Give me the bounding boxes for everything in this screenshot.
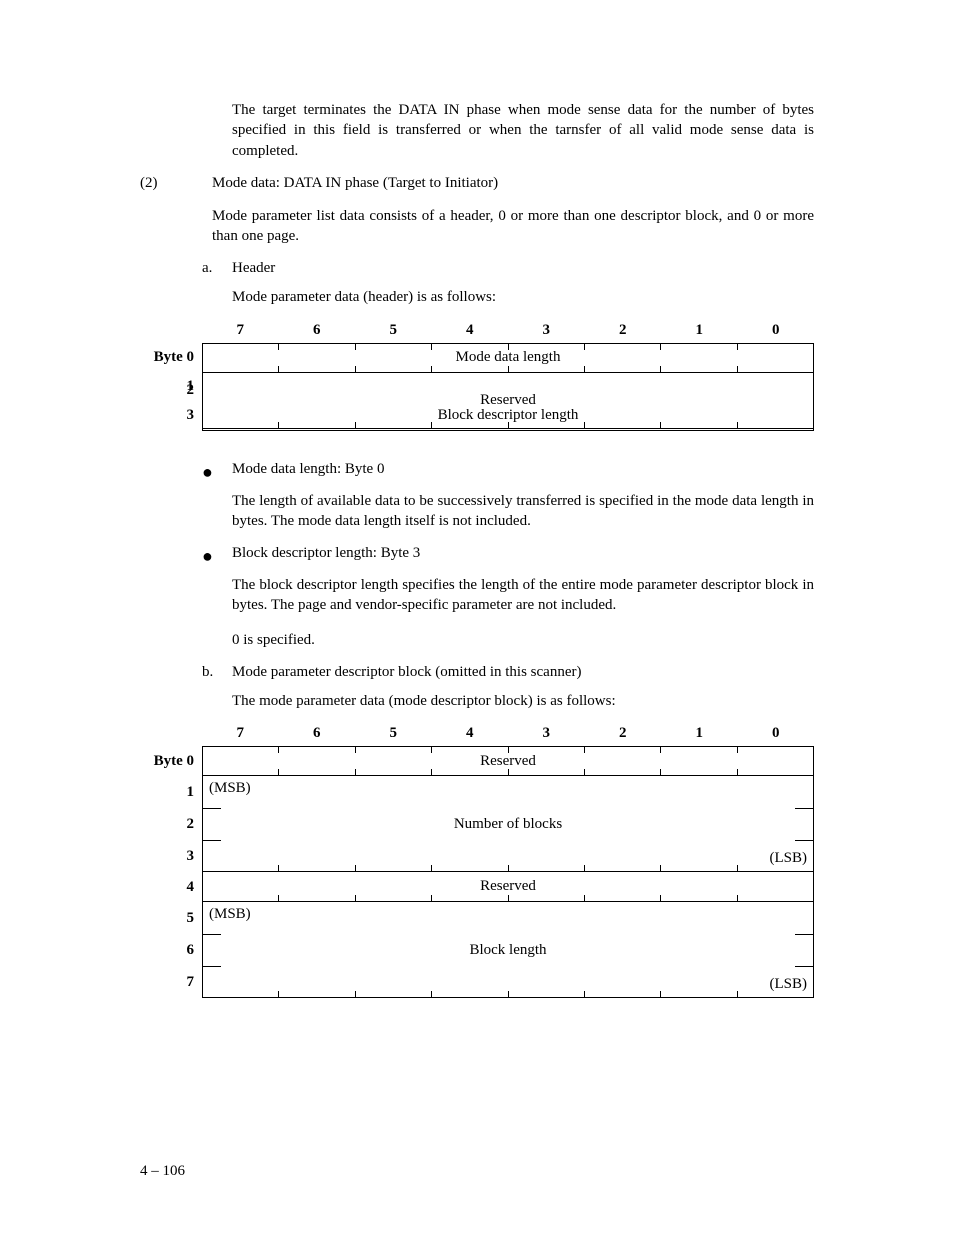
- bullet-paragraph: The length of available data to be succe…: [232, 491, 814, 532]
- bit-col: 5: [355, 725, 432, 742]
- subsection-b: b. Mode parameter descriptor block (omit…: [202, 664, 814, 681]
- byte-label: 4: [140, 872, 202, 902]
- byte-label: 2: [140, 373, 202, 401]
- table-row: Number of blocks: [202, 808, 814, 840]
- header-table: 7 6 5 4 3 2 1 0 Byte 0 Mode data length: [140, 322, 814, 431]
- bit-col: 4: [432, 322, 509, 339]
- bullet-paragraph: The block descriptor length specifies th…: [232, 575, 814, 616]
- bullet-item: ● Block descriptor length: Byte 3: [202, 545, 814, 565]
- bit-col: 3: [508, 725, 585, 742]
- bit-col: 1: [661, 725, 738, 742]
- page: The target terminates the DATA IN phase …: [0, 0, 954, 1235]
- byte-label: Byte 0: [140, 343, 202, 373]
- cell-text: Reserved: [480, 878, 536, 895]
- bit-col: 2: [585, 322, 662, 339]
- lsb-label: (LSB): [770, 976, 808, 993]
- subsection-a: a. Header: [202, 260, 814, 277]
- sub-a-paragraph: Mode parameter data (header) is as follo…: [232, 287, 814, 307]
- bit-col: 0: [738, 725, 815, 742]
- bit-col: 1: [661, 322, 738, 339]
- msb-label: (MSB): [209, 780, 251, 797]
- byte-label: 5: [140, 902, 202, 934]
- bullet-item: ● Mode data length: Byte 0: [202, 461, 814, 481]
- section-2-paragraph: Mode parameter list data consists of a h…: [212, 206, 814, 247]
- cell-text: Mode data length: [456, 349, 561, 366]
- descriptor-table: 7 6 5 4 3 2 1 0 Byte 0 Reserved: [140, 725, 814, 998]
- intro-paragraph: The target terminates the DATA IN phase …: [232, 100, 814, 161]
- table-row: (MSB): [202, 776, 814, 808]
- sub-a-title: Header: [232, 260, 814, 277]
- sub-b-paragraph: The mode parameter data (mode descriptor…: [232, 691, 814, 711]
- table-row: (LSB): [202, 840, 814, 872]
- page-number: 4 – 106: [140, 1163, 185, 1180]
- cell-text: Block length: [469, 942, 546, 959]
- lsb-label: (LSB): [770, 850, 808, 867]
- sub-b-num: b.: [202, 664, 232, 681]
- cell-text: Reserved: [480, 753, 536, 770]
- table-row: Mode data length: [202, 343, 814, 373]
- bullet-title: Mode data length: Byte 0: [232, 461, 814, 481]
- cell-text: Block descriptor length: [438, 407, 579, 424]
- bullet-icon: ●: [202, 461, 232, 481]
- byte-label: 2: [140, 808, 202, 840]
- byte-label: 3: [140, 401, 202, 431]
- bit-col: 7: [202, 725, 279, 742]
- bit-col: 5: [355, 322, 432, 339]
- byte-label: 6: [140, 934, 202, 966]
- section-number: (2): [140, 175, 212, 192]
- msb-label: (MSB): [209, 906, 251, 923]
- cell-text: Number of blocks: [454, 816, 562, 833]
- bit-col: 4: [432, 725, 509, 742]
- table-row: (LSB): [202, 966, 814, 998]
- bullet-title: Block descriptor length: Byte 3: [232, 545, 814, 565]
- bullet-paragraph: 0 is specified.: [232, 630, 814, 650]
- section-title: Mode data: DATA IN phase (Target to Init…: [212, 175, 814, 192]
- bit-col: 7: [202, 322, 279, 339]
- table-row: (MSB): [202, 902, 814, 934]
- byte-label: Byte 0: [140, 746, 202, 776]
- section-2: (2) Mode data: DATA IN phase (Target to …: [140, 175, 814, 192]
- byte-label: 7: [140, 966, 202, 998]
- bullet-icon: ●: [202, 545, 232, 565]
- bit-col: 6: [279, 725, 356, 742]
- table-row: Block descriptor length: [202, 401, 814, 431]
- table-row: Block length: [202, 934, 814, 966]
- bit-col: 6: [279, 322, 356, 339]
- bit-col: 2: [585, 725, 662, 742]
- bit-col: 3: [508, 322, 585, 339]
- bit-col: 0: [738, 322, 815, 339]
- table-row: Reserved: [202, 872, 814, 902]
- sub-a-num: a.: [202, 260, 232, 277]
- byte-label: 1: [140, 776, 202, 808]
- table-row: Reserved: [202, 746, 814, 776]
- byte-label: 3: [140, 840, 202, 872]
- sub-b-title: Mode parameter descriptor block (omitted…: [232, 664, 814, 681]
